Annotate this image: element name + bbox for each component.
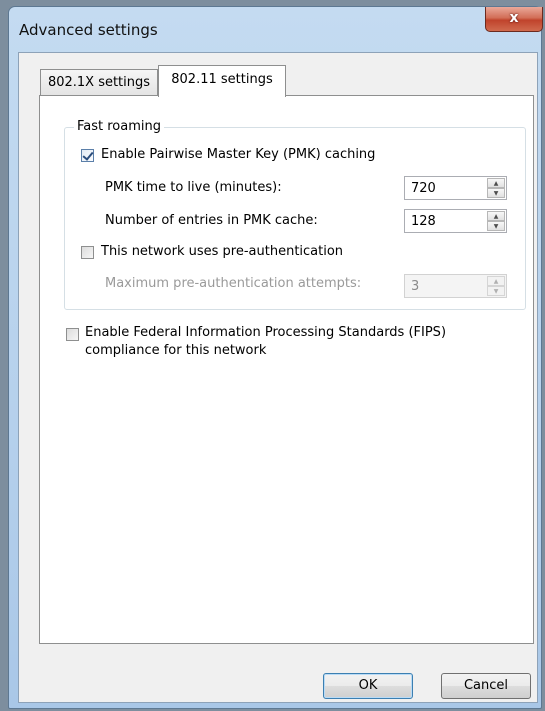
pmk-caching-checkbox[interactable]: [81, 149, 94, 162]
window-title: Advanced settings: [19, 21, 158, 39]
fast-roaming-group: Fast roaming Enable Pairwise Master Key …: [64, 119, 526, 310]
dialog-window: Advanced settings x 802.1X settings 802.…: [8, 6, 543, 709]
arrow-up-icon[interactable]: ▲: [487, 178, 505, 188]
preauth-attempts-spinbox[interactable]: 3 ▲ ▼: [404, 274, 507, 298]
ok-button[interactable]: OK: [323, 673, 413, 699]
tab-8021x-settings[interactable]: 802.1X settings: [40, 69, 158, 96]
arrow-down-icon[interactable]: ▼: [487, 286, 505, 296]
cancel-button[interactable]: Cancel: [441, 673, 531, 699]
pmk-entries-value[interactable]: 128: [411, 214, 436, 229]
arrow-down-icon[interactable]: ▼: [487, 188, 505, 198]
arrow-up-icon[interactable]: ▲: [487, 211, 505, 221]
pmk-entries-spinbox[interactable]: 128 ▲ ▼: [404, 209, 507, 233]
tab-80211-settings[interactable]: 802.11 settings: [158, 65, 286, 97]
group-title: Fast roaming: [74, 119, 164, 134]
tab-panel: Fast roaming Enable Pairwise Master Key …: [39, 95, 534, 644]
arrow-down-icon[interactable]: ▼: [487, 221, 505, 231]
fips-label-line1: Enable Federal Information Processing St…: [85, 325, 447, 340]
preauth-attempts-label: Maximum pre-authentication attempts:: [105, 276, 362, 291]
pmk-ttl-value[interactable]: 720: [411, 181, 436, 196]
pmk-entries-label: Number of entries in PMK cache:: [105, 213, 318, 228]
fips-label-line2: compliance for this network: [85, 343, 267, 358]
pmk-ttl-label: PMK time to live (minutes):: [105, 180, 282, 195]
preauth-label: This network uses pre-authentication: [101, 244, 344, 259]
pmk-ttl-spinbox[interactable]: 720 ▲ ▼: [404, 176, 507, 200]
arrow-up-icon[interactable]: ▲: [487, 276, 505, 286]
close-button[interactable]: x: [485, 7, 543, 32]
preauth-checkbox[interactable]: [81, 246, 94, 259]
pmk-caching-label: Enable Pairwise Master Key (PMK) caching: [101, 147, 376, 162]
fips-checkbox[interactable]: [66, 328, 79, 341]
dialog-client-area: 802.1X settings 802.11 settings Fast roa…: [18, 52, 538, 703]
preauth-attempts-value[interactable]: 3: [411, 279, 419, 294]
